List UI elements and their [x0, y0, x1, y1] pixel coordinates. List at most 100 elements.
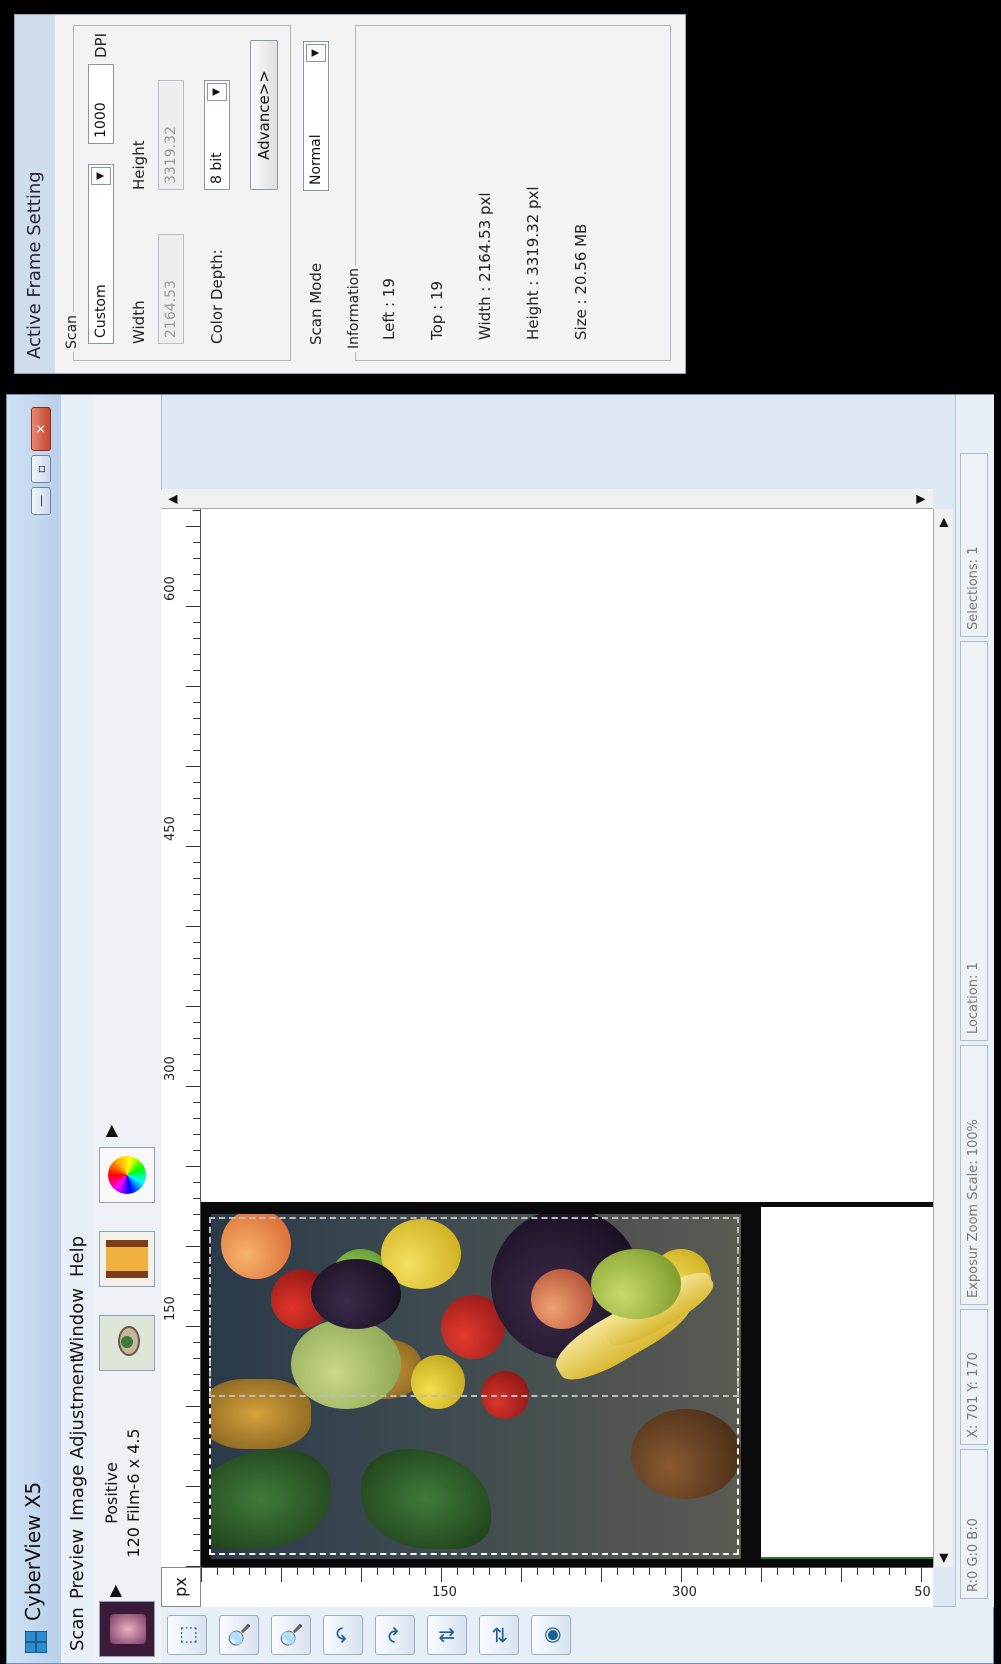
ruler-top-label-150: 150 [163, 1296, 178, 1321]
scan-group: Scan Custom ▼ 1000 DPI Width Height 2164… [64, 25, 291, 361]
ruler-tick [193, 1518, 200, 1519]
ruler-tick [193, 798, 200, 799]
ruler-tick [617, 1568, 618, 1575]
ruler-tick [193, 1230, 200, 1231]
ruler-tick [193, 638, 200, 639]
ruler-tick [921, 1568, 922, 1582]
scan-preset-value: Custom [93, 284, 109, 338]
ruler-tick [425, 1568, 426, 1575]
ruler-left-label-150: 150 [432, 1585, 457, 1601]
toolbar-more-arrow-icon[interactable]: ▶ [101, 1125, 120, 1137]
ruler-tick [193, 1310, 200, 1311]
ruler-tick [889, 1568, 890, 1575]
scan-preset-arrow-icon[interactable]: ▼ [91, 167, 111, 185]
status-bar: R:0 G:0 B:0 X: 701 Y: 170 Exposur Zoom S… [955, 395, 994, 1607]
scroll-up-arrow-icon[interactable]: ▲ [165, 495, 179, 504]
ruler-tick [193, 1550, 200, 1551]
ruler-tick [777, 1568, 778, 1575]
ruler-tick [345, 1568, 346, 1575]
scroll-right-arrow-icon[interactable]: ▶ [936, 518, 950, 527]
color-depth-arrow-icon[interactable]: ▼ [207, 83, 227, 101]
color-depth-select[interactable]: 8 bit ▼ [204, 80, 230, 190]
scroll-left-arrow-icon[interactable]: ◀ [936, 1554, 950, 1563]
ruler-tick [186, 1086, 200, 1087]
ruler-tick [186, 1006, 200, 1007]
ruler-tick [193, 1358, 200, 1359]
close-button[interactable]: ✕ [31, 407, 51, 451]
color-wheel-icon[interactable] [99, 1147, 155, 1203]
ruler-tick [745, 1568, 746, 1575]
secondary-selection-rectangle[interactable] [209, 1217, 739, 1397]
ruler-tick [825, 1568, 826, 1575]
flip-vertical-tool-icon[interactable]: ⇅ [427, 1615, 467, 1655]
ruler-tick [193, 558, 200, 559]
ruler-tick [681, 1568, 682, 1582]
ruler-tick [193, 1278, 200, 1279]
film-dropdown-arrow-icon[interactable]: ▶ [105, 1585, 124, 1597]
scan-group-legend: Scan [64, 311, 80, 352]
rotate-right-tool-icon[interactable]: ↷ [375, 1615, 415, 1655]
menu-window[interactable]: Window [67, 1288, 88, 1359]
height-field: 3319.32 [158, 80, 184, 190]
ruler-tick [457, 1568, 458, 1575]
menu-help[interactable]: Help [67, 1236, 88, 1277]
tool-strip: ⬚ 🔍 🔍 ↶ ↷ ⇅ ⇄ ◉ [161, 1606, 993, 1663]
height-label: Height [130, 140, 148, 190]
status-coordinates: X: 701 Y: 170 [960, 1309, 988, 1445]
ruler-tick [249, 1568, 250, 1575]
status-location: Location: 1 [960, 641, 988, 1041]
eye-icon[interactable] [99, 1315, 155, 1371]
film-strip-icon[interactable] [99, 1231, 155, 1287]
ruler-tick [313, 1568, 314, 1575]
scan-preset-select[interactable]: Custom ▼ [88, 164, 114, 344]
scan-mode-arrow-icon[interactable]: ▼ [306, 44, 326, 62]
title-bar[interactable]: CyberView X5 — ▫ ✕ [7, 395, 61, 1663]
information-group: Information Left : 19 Top : 19 Width : 2… [346, 25, 671, 361]
menu-preview[interactable]: Preview [67, 1529, 88, 1599]
color-depth-value: 8 bit [209, 152, 225, 184]
menu-bar: Scan Preview Image Adjustment Window Hel… [61, 395, 94, 1663]
ruler-unit-label: px [161, 1567, 201, 1607]
horizontal-scrollbar[interactable]: ◀ ▶ [933, 509, 953, 1567]
scan-mode-value: Normal [308, 134, 324, 185]
film-frame [201, 1202, 933, 1567]
select-rectangle-tool-icon[interactable]: ⬚ [167, 1615, 207, 1655]
ruler-tick [186, 926, 200, 927]
ruler-tick [377, 1568, 378, 1575]
ruler-tick [409, 1568, 410, 1575]
panel-title: Active Frame Setting [15, 15, 55, 373]
rotate-left-tool-icon[interactable]: ↶ [323, 1615, 363, 1655]
ruler-tick [186, 526, 200, 527]
preview-canvas[interactable] [201, 509, 933, 1567]
ruler-tick [361, 1568, 362, 1582]
info-size: Size : 20.56 MB [572, 223, 590, 340]
vertical-scrollbar[interactable]: ▲ ▼ [161, 489, 933, 509]
film-info: Positive 120 Film-6 x 4.5 [101, 1413, 145, 1573]
ruler-tick [713, 1568, 714, 1575]
ruler-tick [193, 1150, 200, 1151]
film-thumbnail-icon[interactable] [99, 1601, 155, 1657]
advance-button[interactable]: Advance>> [250, 40, 278, 190]
info-left: Left : 19 [380, 278, 398, 340]
ruler-tick [193, 1342, 200, 1343]
ruler-tick [793, 1568, 794, 1575]
zoom-in-tool-icon[interactable]: 🔍 [219, 1615, 259, 1655]
ruler-tick [193, 974, 200, 975]
minimize-button[interactable]: — [31, 487, 51, 515]
ruler-tick [193, 1502, 200, 1503]
zoom-out-tool-icon[interactable]: 🔍 [271, 1615, 311, 1655]
scan-mode-select[interactable]: Normal ▼ [303, 41, 329, 191]
menu-scan[interactable]: Scan [67, 1607, 88, 1651]
flip-horizontal-tool-icon[interactable]: ⇄ [479, 1615, 519, 1655]
ruler-tick [265, 1568, 266, 1575]
color-tool-icon[interactable]: ◉ [531, 1615, 571, 1655]
ruler-tick [186, 1566, 200, 1567]
scroll-down-arrow-icon[interactable]: ▼ [913, 495, 927, 504]
ruler-tick [633, 1568, 634, 1575]
ruler-tick [329, 1568, 330, 1575]
menu-image-adjustment[interactable]: Image Adjustment [67, 1356, 88, 1521]
window-title: CyberView X5 [21, 1481, 45, 1621]
ruler-tick [489, 1568, 490, 1575]
dpi-input[interactable]: 1000 [88, 64, 114, 144]
maximize-button[interactable]: ▫ [31, 455, 51, 483]
